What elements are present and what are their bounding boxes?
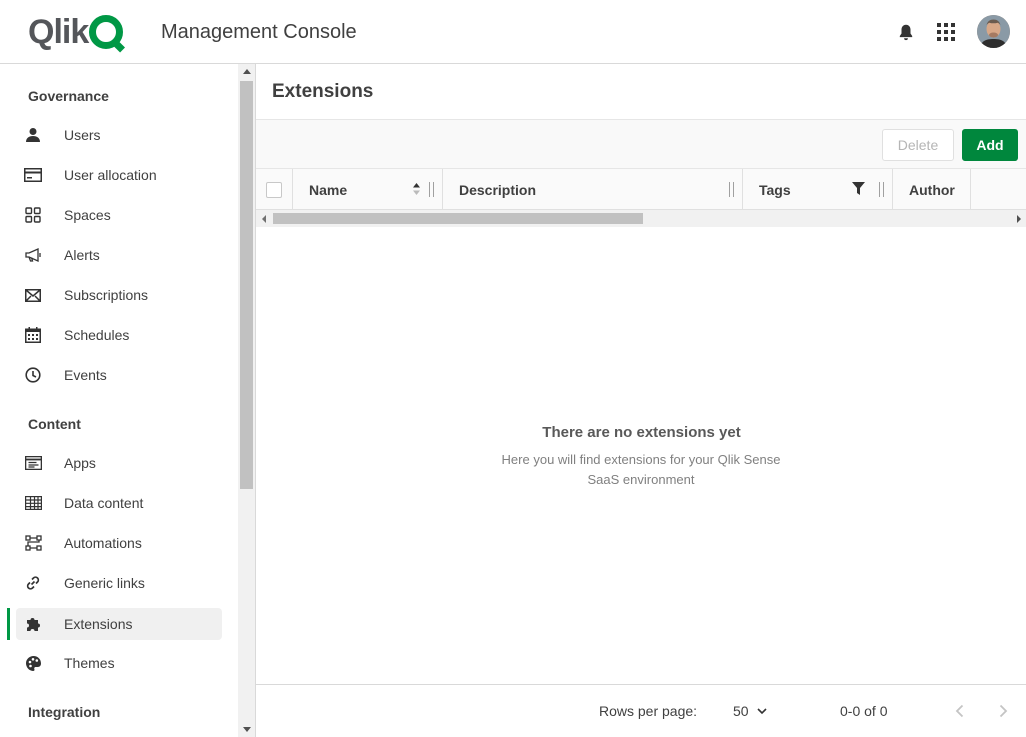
active-indicator (7, 608, 10, 640)
table-horizontal-scrollbar[interactable] (256, 210, 1026, 227)
envelope-icon (17, 279, 49, 311)
sidebar-item-extensions[interactable]: Extensions (16, 608, 222, 640)
scroll-thumb[interactable] (240, 81, 253, 489)
next-page-button[interactable] (993, 701, 1013, 721)
app-title: Management Console (161, 21, 357, 43)
sidebar-item-events[interactable]: Events (16, 359, 222, 391)
scroll-down-arrow[interactable] (243, 727, 251, 732)
section-title-integration: Integration (28, 704, 101, 720)
user-icon (17, 119, 49, 151)
qlik-logo[interactable]: Qlik (28, 13, 124, 51)
megaphone-icon (17, 239, 49, 271)
credit-card-icon (17, 159, 49, 191)
sidebar-item-label: Spaces (64, 207, 111, 223)
chevron-right-icon (999, 704, 1007, 718)
scroll-right-arrow[interactable] (1017, 215, 1021, 223)
sidebar-item-label: Extensions (64, 616, 133, 632)
automation-icon (17, 527, 49, 559)
sidebar-item-label: User allocation (64, 167, 157, 183)
column-resize-handle[interactable] (729, 182, 734, 197)
sidebar-item-alerts[interactable]: Alerts (16, 239, 222, 271)
logo-text: Qlik (28, 13, 89, 51)
sidebar-item-label: Automations (64, 535, 142, 551)
column-resize-handle[interactable] (429, 182, 434, 197)
sidebar-item-schedules[interactable]: Schedules (16, 319, 222, 351)
column-header-author[interactable]: Author (893, 169, 971, 210)
column-label: Name (309, 181, 348, 198)
chevron-left-icon (955, 704, 963, 718)
sidebar-item-label: Themes (64, 655, 115, 671)
sidebar-item-label: Users (64, 127, 101, 143)
sort-icon[interactable] (412, 182, 421, 199)
spaces-icon (17, 199, 49, 231)
previous-page-button[interactable] (949, 701, 969, 721)
column-label: Author (909, 181, 955, 198)
sidebar-item-subscriptions[interactable]: Subscriptions (16, 279, 222, 311)
main-content: Extensions Delete Add Name Description T… (255, 64, 1026, 737)
sidebar-item-automations[interactable]: Automations (16, 527, 222, 559)
calendar-icon (17, 319, 49, 351)
logo-q-mark (89, 15, 124, 49)
section-title-content: Content (28, 416, 81, 432)
column-header-tags[interactable]: Tags (743, 169, 893, 210)
link-icon (17, 567, 49, 599)
pagination-footer: Rows per page: 50 0-0 of 0 (256, 684, 1026, 737)
sidebar-scrollbar[interactable] (238, 64, 255, 737)
user-avatar[interactable] (977, 15, 1010, 48)
section-title-governance: Governance (28, 88, 109, 104)
apps-grid-icon[interactable] (934, 20, 958, 44)
chevron-down-icon (757, 707, 767, 715)
select-all-checkbox[interactable] (266, 181, 282, 198)
empty-state-title: There are no extensions yet (542, 424, 741, 441)
sidebar-item-users[interactable]: Users (16, 119, 222, 151)
sidebar: Governance Users User allocation Spaces … (0, 64, 238, 737)
puzzle-icon (17, 608, 49, 640)
scroll-left-arrow[interactable] (262, 215, 266, 223)
column-header-name[interactable]: Name (293, 169, 443, 210)
delete-button[interactable]: Delete (882, 129, 954, 161)
app-icon (17, 447, 49, 479)
empty-state-text: Here you will find extensions for your Q… (501, 452, 781, 487)
horizontal-scroll-thumb[interactable] (273, 213, 643, 224)
sidebar-item-data-content[interactable]: Data content (16, 487, 222, 519)
column-resize-handle[interactable] (879, 182, 884, 197)
bell-icon[interactable] (894, 20, 918, 44)
palette-icon (17, 647, 49, 679)
sidebar-item-label: Schedules (64, 327, 130, 343)
add-button[interactable]: Add (962, 129, 1018, 161)
sidebar-item-user-allocation[interactable]: User allocation (16, 159, 222, 191)
sidebar-item-label: Data content (64, 495, 144, 511)
sidebar-item-label: Subscriptions (64, 287, 149, 303)
filter-icon[interactable] (852, 182, 865, 198)
table-header: Name Description Tags Author (256, 169, 1026, 210)
sidebar-item-label: Events (64, 367, 107, 383)
table-icon (17, 487, 49, 519)
column-label: Description (459, 181, 537, 198)
rows-per-page-value: 50 (733, 703, 749, 719)
select-all-cell (256, 169, 293, 210)
sidebar-item-label: Generic links (64, 575, 145, 591)
sidebar-item-spaces[interactable]: Spaces (16, 199, 222, 231)
sidebar-item-apps[interactable]: Apps (16, 447, 222, 479)
sidebar-item-label: Apps (64, 455, 96, 471)
sidebar-item-label: Alerts (64, 247, 100, 263)
column-header-description[interactable]: Description (443, 169, 743, 210)
sidebar-item-themes[interactable]: Themes (16, 647, 222, 679)
page-title: Extensions (272, 81, 374, 102)
pagination-range: 0-0 of 0 (840, 703, 888, 719)
scroll-up-arrow[interactable] (243, 69, 251, 74)
toolbar: Delete Add (256, 119, 1026, 169)
sidebar-item-generic-links[interactable]: Generic links (16, 567, 222, 599)
app-header: Qlik Management Console (0, 0, 1026, 64)
rows-per-page-select[interactable]: 50 (733, 703, 767, 719)
rows-per-page-label: Rows per page: (599, 703, 698, 719)
column-label: Tags (759, 181, 791, 198)
clock-icon (17, 359, 49, 391)
